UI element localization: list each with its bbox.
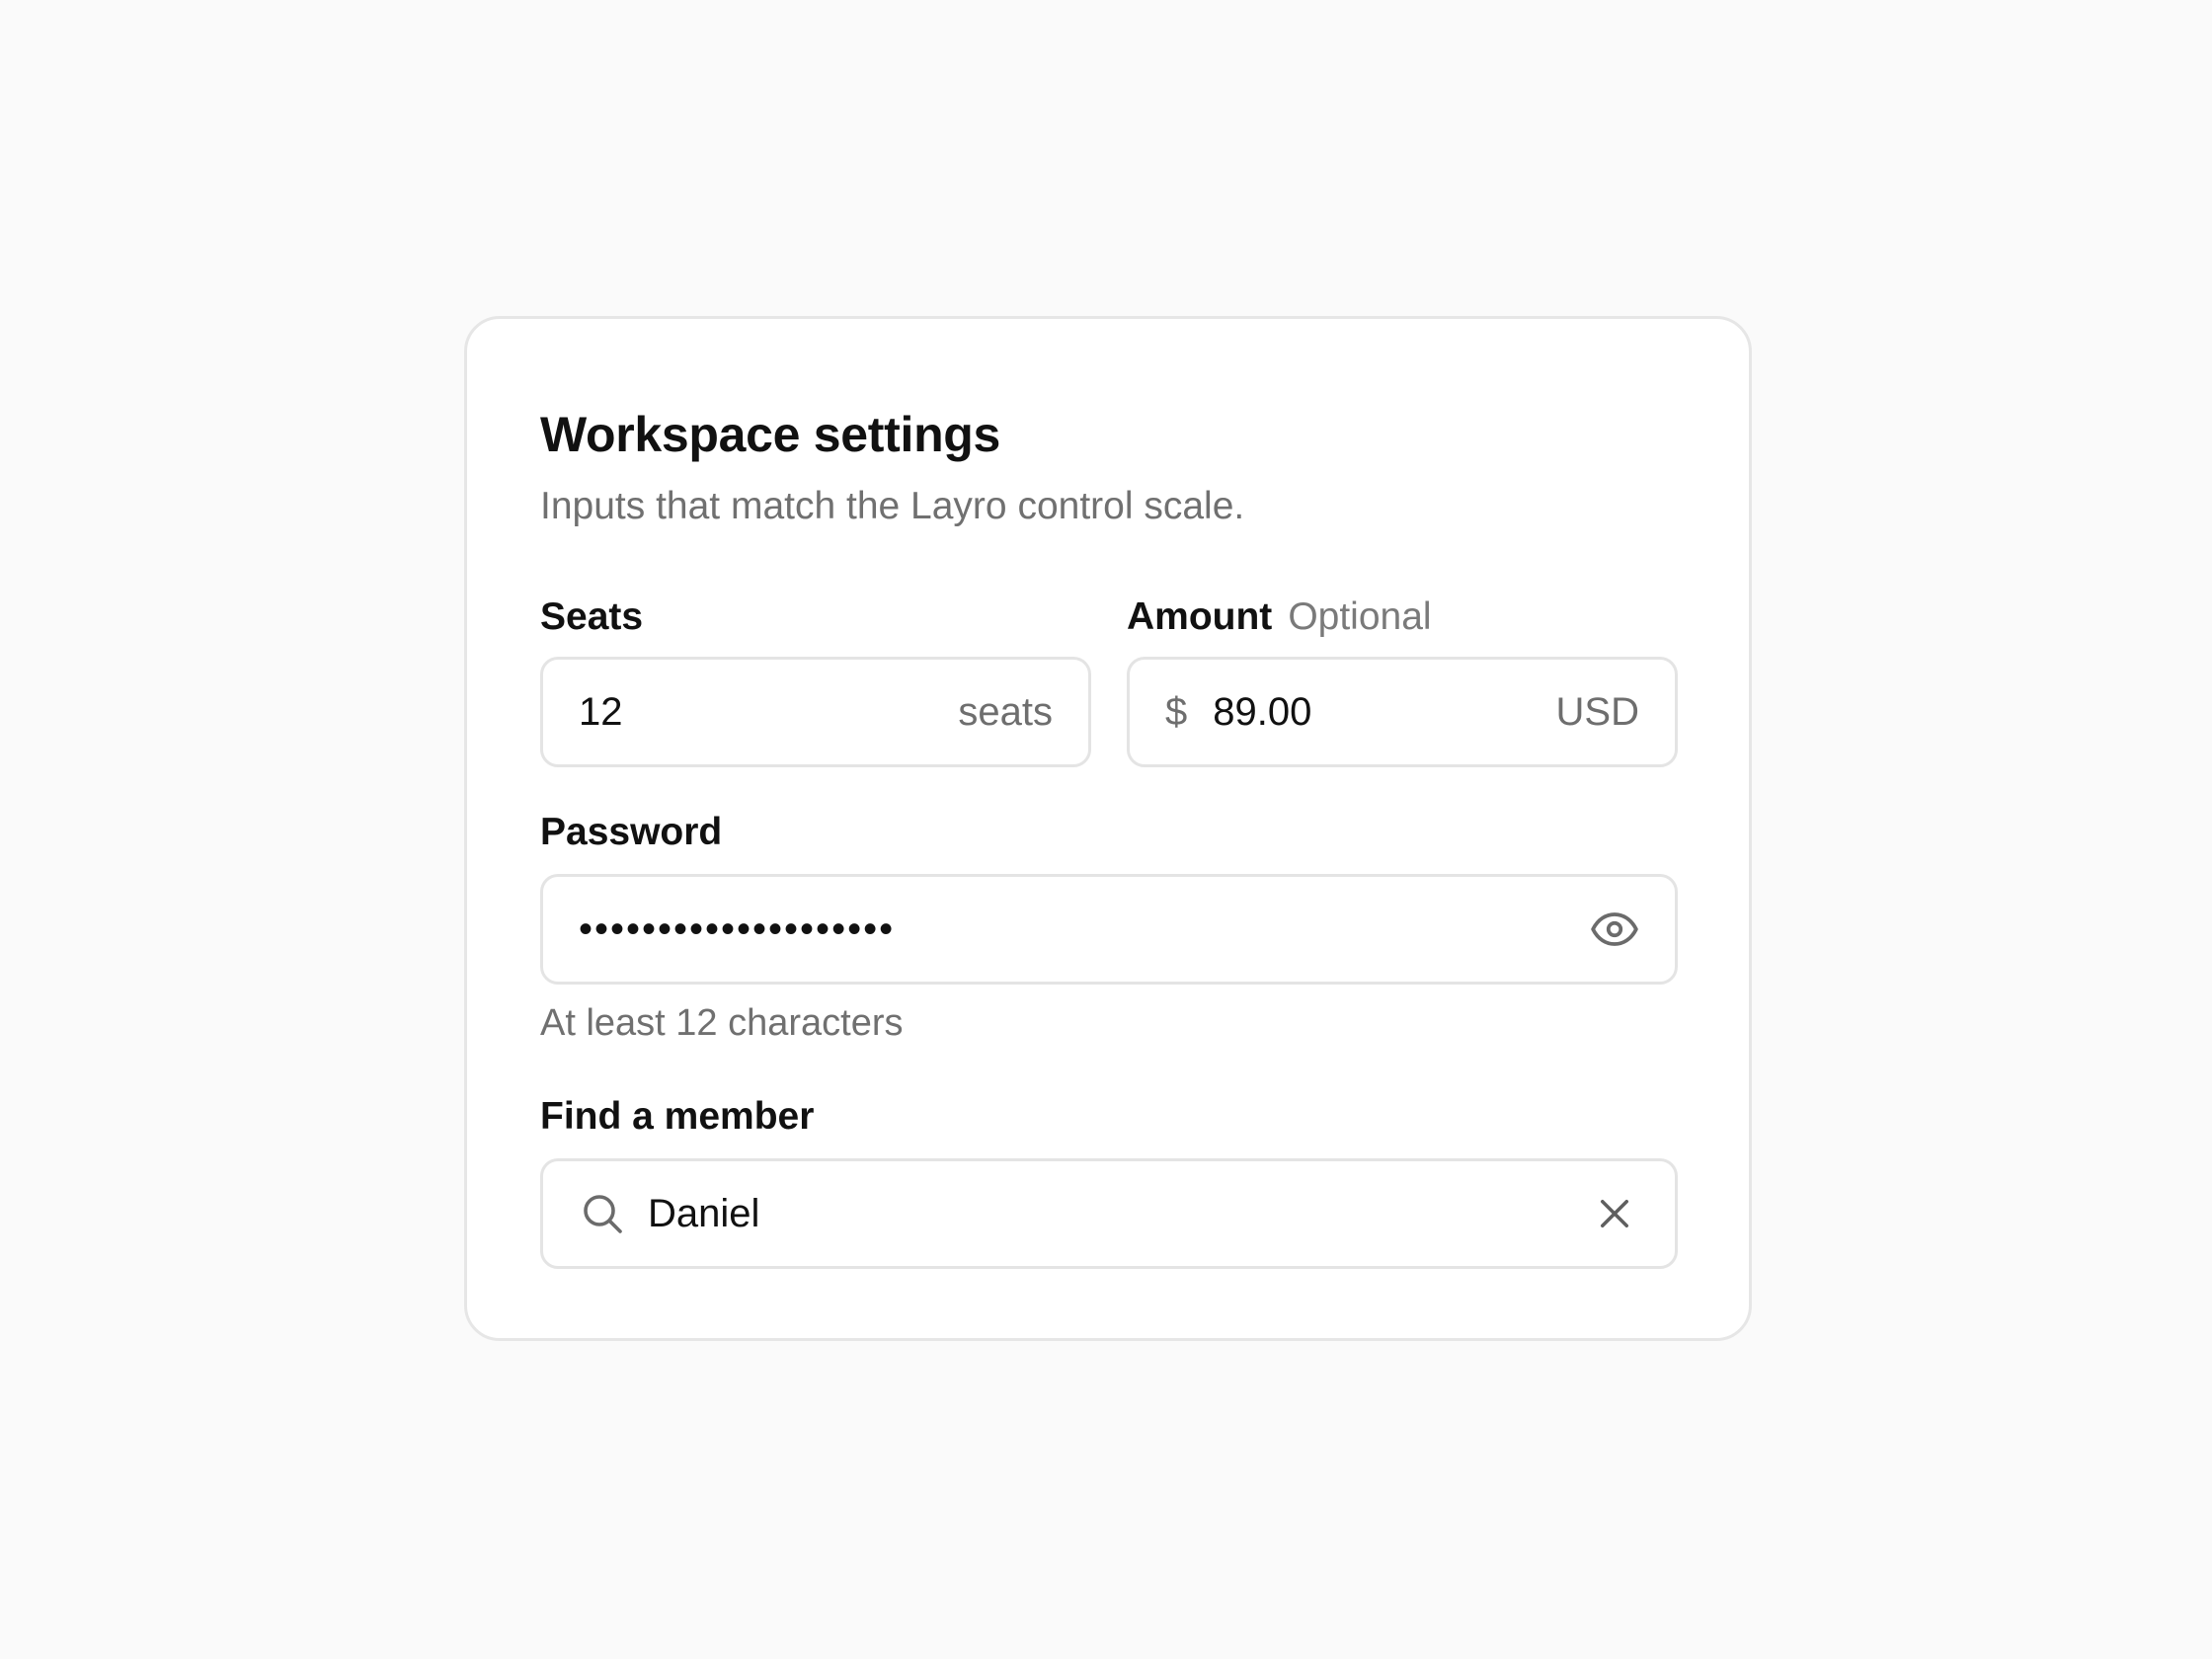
password-label: Password	[540, 811, 722, 854]
show-password-button[interactable]	[1590, 905, 1639, 954]
password-masked-value[interactable]: ••••••••••••••••••••	[579, 909, 895, 949]
amount-value[interactable]: 89.00	[1213, 690, 1311, 735]
member-search-label-text: Find a member	[540, 1095, 815, 1138]
settings-card: Workspace settings Inputs that match the…	[464, 316, 1752, 1341]
password-input[interactable]: ••••••••••••••••••••	[540, 874, 1678, 985]
seats-label: Seats	[540, 595, 643, 639]
card-title: Workspace settings	[540, 407, 1001, 462]
card-subtitle: Inputs that match the Layro control scal…	[540, 485, 1245, 527]
amount-currency-prefix: $	[1165, 689, 1188, 734]
password-helper-text: At least 12 characters	[540, 1002, 904, 1044]
member-search-value[interactable]: Daniel	[648, 1192, 759, 1236]
member-search-label: Find a member	[540, 1095, 814, 1139]
close-icon	[1601, 1200, 1628, 1227]
amount-input[interactable]: $ 89.00 USD	[1127, 657, 1678, 767]
seats-input[interactable]: 12 seats	[540, 657, 1091, 767]
password-label-text: Password	[540, 811, 723, 853]
clear-search-button[interactable]	[1590, 1189, 1639, 1238]
amount-label-text: Amount	[1127, 595, 1273, 638]
seats-suffix: seats	[958, 689, 1053, 734]
amount-currency-suffix: USD	[1555, 689, 1639, 734]
amount-optional-tag: Optional	[1288, 595, 1432, 638]
seats-label-text: Seats	[540, 595, 644, 638]
search-icon	[579, 1190, 626, 1237]
eye-icon	[1591, 912, 1638, 946]
seats-value[interactable]: 12	[579, 690, 623, 735]
amount-label: Amount Optional	[1127, 595, 1432, 639]
member-search-input[interactable]: Daniel	[540, 1158, 1678, 1269]
